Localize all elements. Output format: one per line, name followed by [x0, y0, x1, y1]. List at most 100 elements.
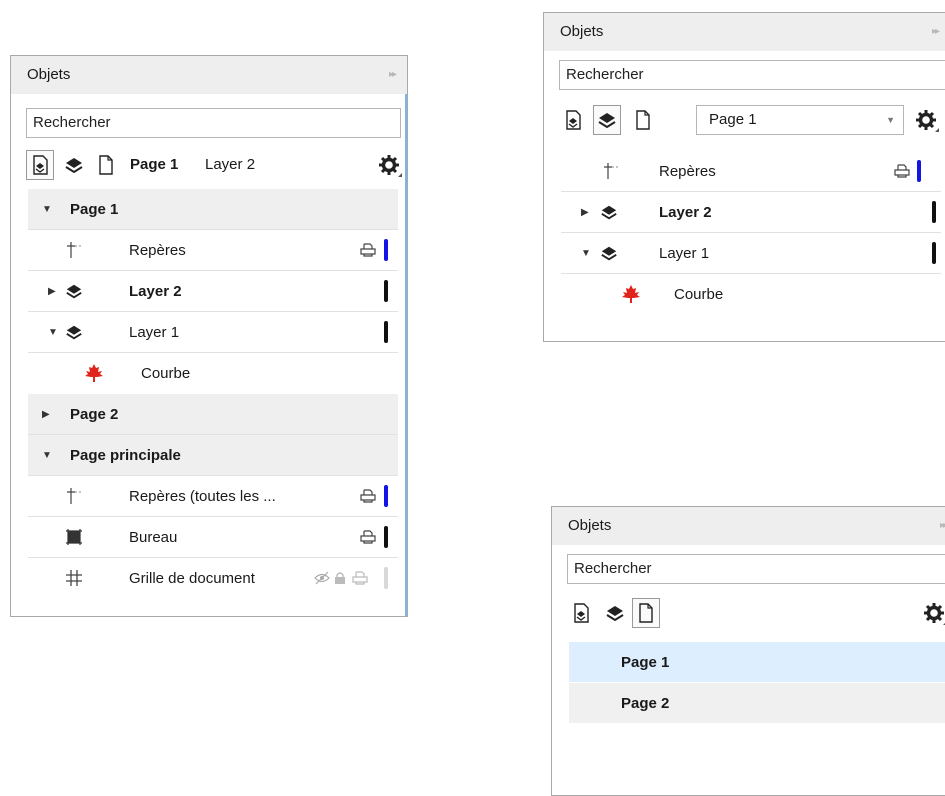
layers-icon [64, 281, 84, 301]
maple-leaf-icon [84, 363, 104, 383]
tree-row-layer-2[interactable]: ▶ Layer 2 [28, 271, 398, 312]
tree-row-label: Page principale [70, 447, 181, 464]
search-placeholder: Rechercher [566, 66, 644, 83]
lock-icon[interactable] [334, 568, 346, 588]
gear-icon [916, 110, 936, 130]
tree-row-layer-2[interactable]: ▶ Layer 2 [561, 192, 941, 233]
expanded-arrow-icon[interactable]: ▼ [42, 189, 52, 230]
page-view-button[interactable] [629, 105, 657, 135]
toolbar: Page 1 Layer 2 [26, 150, 406, 184]
layer-color-swatch[interactable] [932, 242, 936, 264]
guides-icon [64, 240, 84, 260]
layer-color-swatch[interactable] [932, 201, 936, 223]
tree-row-layer-1[interactable]: ▼ Layer 1 [28, 312, 398, 353]
expanded-arrow-icon[interactable]: ▼ [42, 435, 52, 476]
search-input[interactable]: Rechercher [26, 108, 401, 138]
printer-icon[interactable] [360, 527, 376, 547]
printer-icon[interactable] [360, 240, 376, 260]
tree-row-page-1[interactable]: ▼ Page 1 [28, 189, 398, 230]
page-layer-view-icon [574, 603, 589, 623]
page-list: Page 1 Page 2 [569, 642, 945, 762]
collapse-panel-icon[interactable]: ▸▸ [932, 13, 940, 51]
layer-view-button[interactable] [593, 105, 621, 135]
page-list-item-page-2[interactable]: Page 2 [569, 683, 945, 724]
collapsed-arrow-icon[interactable]: ▶ [48, 271, 56, 312]
page-list-item-page-1[interactable]: Page 1 [569, 642, 945, 683]
page-list-item-label: Page 1 [621, 654, 670, 671]
expanded-arrow-icon[interactable]: ▼ [48, 312, 58, 353]
panel-title: Objets [560, 23, 604, 40]
hidden-eye-icon[interactable] [314, 568, 330, 588]
layer-color-swatch[interactable] [917, 160, 921, 182]
page-select[interactable]: Page 1 ▼ [696, 105, 904, 135]
page-icon [636, 110, 650, 130]
panel-title: Objets [568, 517, 612, 534]
search-input[interactable]: Rechercher [567, 554, 945, 584]
expanded-arrow-icon[interactable]: ▼ [581, 233, 591, 274]
printer-icon[interactable] [352, 568, 368, 588]
tree-row-label: Repères [659, 163, 716, 180]
tree-row-label: Repères (toutes les ... [129, 488, 276, 505]
tree-row-layer-1[interactable]: ▼ Layer 1 [561, 233, 941, 274]
current-page-label: Page 1 [130, 156, 179, 173]
tree-row-label: Courbe [674, 286, 724, 303]
objects-panel-top-right: Objets ▸▸ Rechercher Page 1 ▼ Repères ▶ … [543, 12, 945, 342]
layer-color-swatch[interactable] [384, 567, 388, 589]
grid-icon [64, 568, 84, 588]
layer-view-button[interactable] [60, 150, 88, 180]
tree-row-desktop[interactable]: Bureau [28, 517, 398, 558]
tree-row-document-grid[interactable]: Grille de document [28, 558, 398, 599]
object-tree: ▼ Page 1 Repères ▶ Layer 2 ▼ Layer 1 Cou… [28, 189, 398, 609]
page-list-item-label: Page 2 [621, 695, 670, 712]
tree-row-label: Grille de document [129, 570, 255, 587]
page-layer-view-button[interactable] [559, 105, 587, 135]
panel-titlebar: Objets ▸▸ [544, 13, 945, 51]
page-layer-view-button[interactable] [26, 150, 54, 180]
printer-icon[interactable] [894, 161, 910, 181]
collapsed-arrow-icon[interactable]: ▶ [42, 394, 50, 435]
panel-titlebar: Objets ▸▸ [552, 507, 945, 545]
tree-row-label: Courbe [141, 365, 191, 382]
search-input[interactable]: Rechercher [559, 60, 945, 90]
panel-title: Objets [27, 66, 71, 83]
collapsed-arrow-icon[interactable]: ▶ [581, 192, 589, 233]
options-button[interactable] [913, 105, 939, 135]
layer-color-swatch[interactable] [384, 280, 388, 302]
page-view-button[interactable] [632, 598, 660, 628]
desktop-icon [64, 527, 84, 547]
tree-row-curve[interactable]: Courbe [561, 274, 941, 315]
layers-icon [599, 243, 619, 263]
layers-icon [598, 113, 616, 129]
tree-row-label: Page 2 [70, 406, 119, 423]
page-layer-view-icon [566, 110, 581, 130]
tree-row-label: Bureau [129, 529, 178, 546]
layer-color-swatch[interactable] [384, 321, 388, 343]
search-placeholder: Rechercher [574, 560, 652, 577]
tree-row-master-guides[interactable]: Repères (toutes les ... [28, 476, 398, 517]
layer-color-swatch[interactable] [384, 485, 388, 507]
page-layer-view-button[interactable] [567, 598, 595, 628]
layers-icon [606, 606, 624, 622]
layer-color-swatch[interactable] [384, 239, 388, 261]
collapse-panel-icon[interactable]: ▸▸ [940, 507, 945, 545]
page-view-button[interactable] [92, 150, 120, 180]
options-button[interactable] [921, 598, 945, 628]
tree-row-guides[interactable]: Repères [561, 151, 941, 192]
layers-icon [64, 322, 84, 342]
tree-row-curve[interactable]: Courbe [28, 353, 398, 394]
tree-row-label: Layer 2 [659, 204, 712, 221]
tree-row-master-page[interactable]: ▼ Page principale [28, 435, 398, 476]
collapse-panel-icon[interactable]: ▸▸ [389, 56, 397, 94]
tree-row-guides[interactable]: Repères [28, 230, 398, 271]
tree-row-label: Repères [129, 242, 186, 259]
printer-icon[interactable] [360, 486, 376, 506]
options-corner-icon [398, 173, 402, 177]
layer-view-button[interactable] [601, 598, 629, 628]
page-layer-view-icon [33, 155, 48, 175]
maple-leaf-icon [621, 284, 641, 304]
tree-row-page-2[interactable]: ▶ Page 2 [28, 394, 398, 435]
object-tree: Repères ▶ Layer 2 ▼ Layer 1 Courbe [561, 151, 941, 331]
options-corner-icon [935, 128, 939, 132]
options-button[interactable] [376, 150, 402, 180]
layer-color-swatch[interactable] [384, 526, 388, 548]
